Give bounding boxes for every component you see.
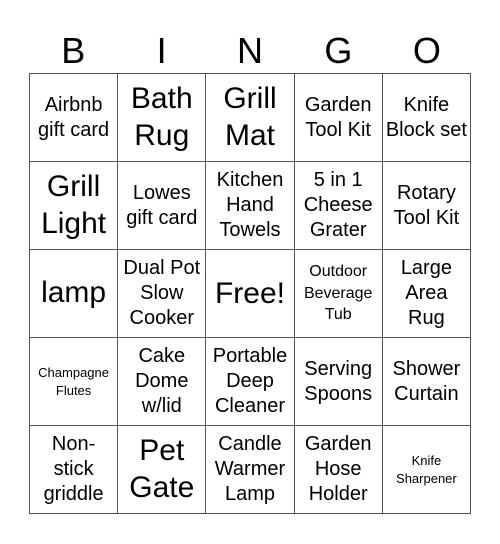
header-letter-i: I (156, 30, 167, 71)
bingo-cell-text: Knife Block set (385, 93, 467, 141)
bingo-cell-text: Grill Light (41, 169, 107, 240)
bingo-cell-text: Cake Dome w/lid (135, 345, 189, 417)
bingo-cell[interactable]: Cake Dome w/lid (118, 338, 207, 426)
bingo-cell[interactable]: Knife Block set (382, 74, 471, 162)
bingo-cell-text: Shower Curtain (392, 357, 461, 405)
bingo-cell[interactable]: Portable Deep Cleaner (206, 338, 295, 426)
bingo-cell-text: Lowes gift card (126, 181, 198, 229)
bingo-cell[interactable]: Champagne Flutes (30, 338, 119, 426)
bingo-cell-free-space[interactable]: Free! (206, 250, 295, 338)
bingo-header: B I N G O (29, 28, 471, 73)
header-letter-b: B (61, 30, 86, 71)
bingo-cell[interactable]: Knife Sharpener (382, 426, 471, 514)
bingo-cell-text: Non-stick griddle (43, 433, 104, 505)
bingo-cell[interactable]: Shower Curtain (382, 338, 471, 426)
bingo-cell-text: Serving Spoons (304, 357, 373, 405)
bingo-cell-text: Outdoor Beverage Tub (303, 263, 373, 324)
header-letter-g: G (324, 30, 353, 71)
header-letter-n: N (237, 30, 264, 71)
bingo-cell-text: Champagne Flutes (38, 364, 109, 398)
bingo-cell[interactable]: Dual Pot Slow Cooker (118, 250, 207, 338)
bingo-cell-text: 5 in 1 Cheese Grater (303, 169, 373, 241)
bingo-cell[interactable]: Garden Hose Holder (294, 426, 383, 514)
bingo-cell-text: Large Area Rug (400, 257, 452, 329)
bingo-cell[interactable]: Rotary Tool Kit (382, 162, 471, 250)
bingo-cell[interactable]: Serving Spoons (294, 338, 383, 426)
bingo-cell[interactable]: Large Area Rug (382, 250, 471, 338)
bingo-cell[interactable]: lamp (30, 250, 119, 338)
bingo-cell[interactable]: Outdoor Beverage Tub (294, 250, 383, 338)
bingo-cell[interactable]: Non-stick griddle (30, 426, 119, 514)
bingo-cell-text: Bath Rug (130, 81, 193, 152)
bingo-cell-text: Airbnb gift card (38, 93, 110, 141)
bingo-cell-text: Pet Gate (129, 433, 195, 504)
header-letter-o: O (412, 30, 441, 71)
bingo-cell[interactable]: Bath Rug (118, 74, 207, 162)
bingo-cell-text: Grill Mat (223, 81, 277, 152)
bingo-cell[interactable]: Lowes gift card (118, 162, 207, 250)
bingo-cell-text: Portable Deep Cleaner (212, 345, 288, 417)
bingo-cell[interactable]: Pet Gate (118, 426, 207, 514)
bingo-grid: Airbnb gift card Bath Rug Grill Mat Garden … (29, 73, 471, 514)
bingo-cell-text: lamp (41, 276, 107, 310)
bingo-cell[interactable]: 5 in 1 Cheese Grater (294, 162, 383, 250)
bingo-cell-text: Dual Pot Slow Cooker (123, 257, 201, 329)
bingo-cell-text: Knife Sharpener (396, 452, 457, 486)
bingo-cell[interactable]: Kitchen Hand Towels (206, 162, 295, 250)
bingo-cell[interactable]: Candle Warmer Lamp (206, 426, 295, 514)
bingo-cell-text: Candle Warmer Lamp (214, 433, 286, 505)
bingo-cell[interactable]: Grill Mat (206, 74, 295, 162)
bingo-cell-text: Kitchen Hand Towels (216, 169, 284, 241)
bingo-cell-text: Free! (214, 276, 285, 310)
bingo-cell-text: Rotary Tool Kit (393, 181, 460, 229)
bingo-cell[interactable]: Garden Tool Kit (294, 74, 383, 162)
bingo-cell[interactable]: Airbnb gift card (30, 74, 119, 162)
bingo-cell-text: Garden Tool Kit (304, 93, 372, 141)
bingo-cell-text: Garden Hose Holder (304, 433, 372, 505)
bingo-cell[interactable]: Grill Light (30, 162, 119, 250)
